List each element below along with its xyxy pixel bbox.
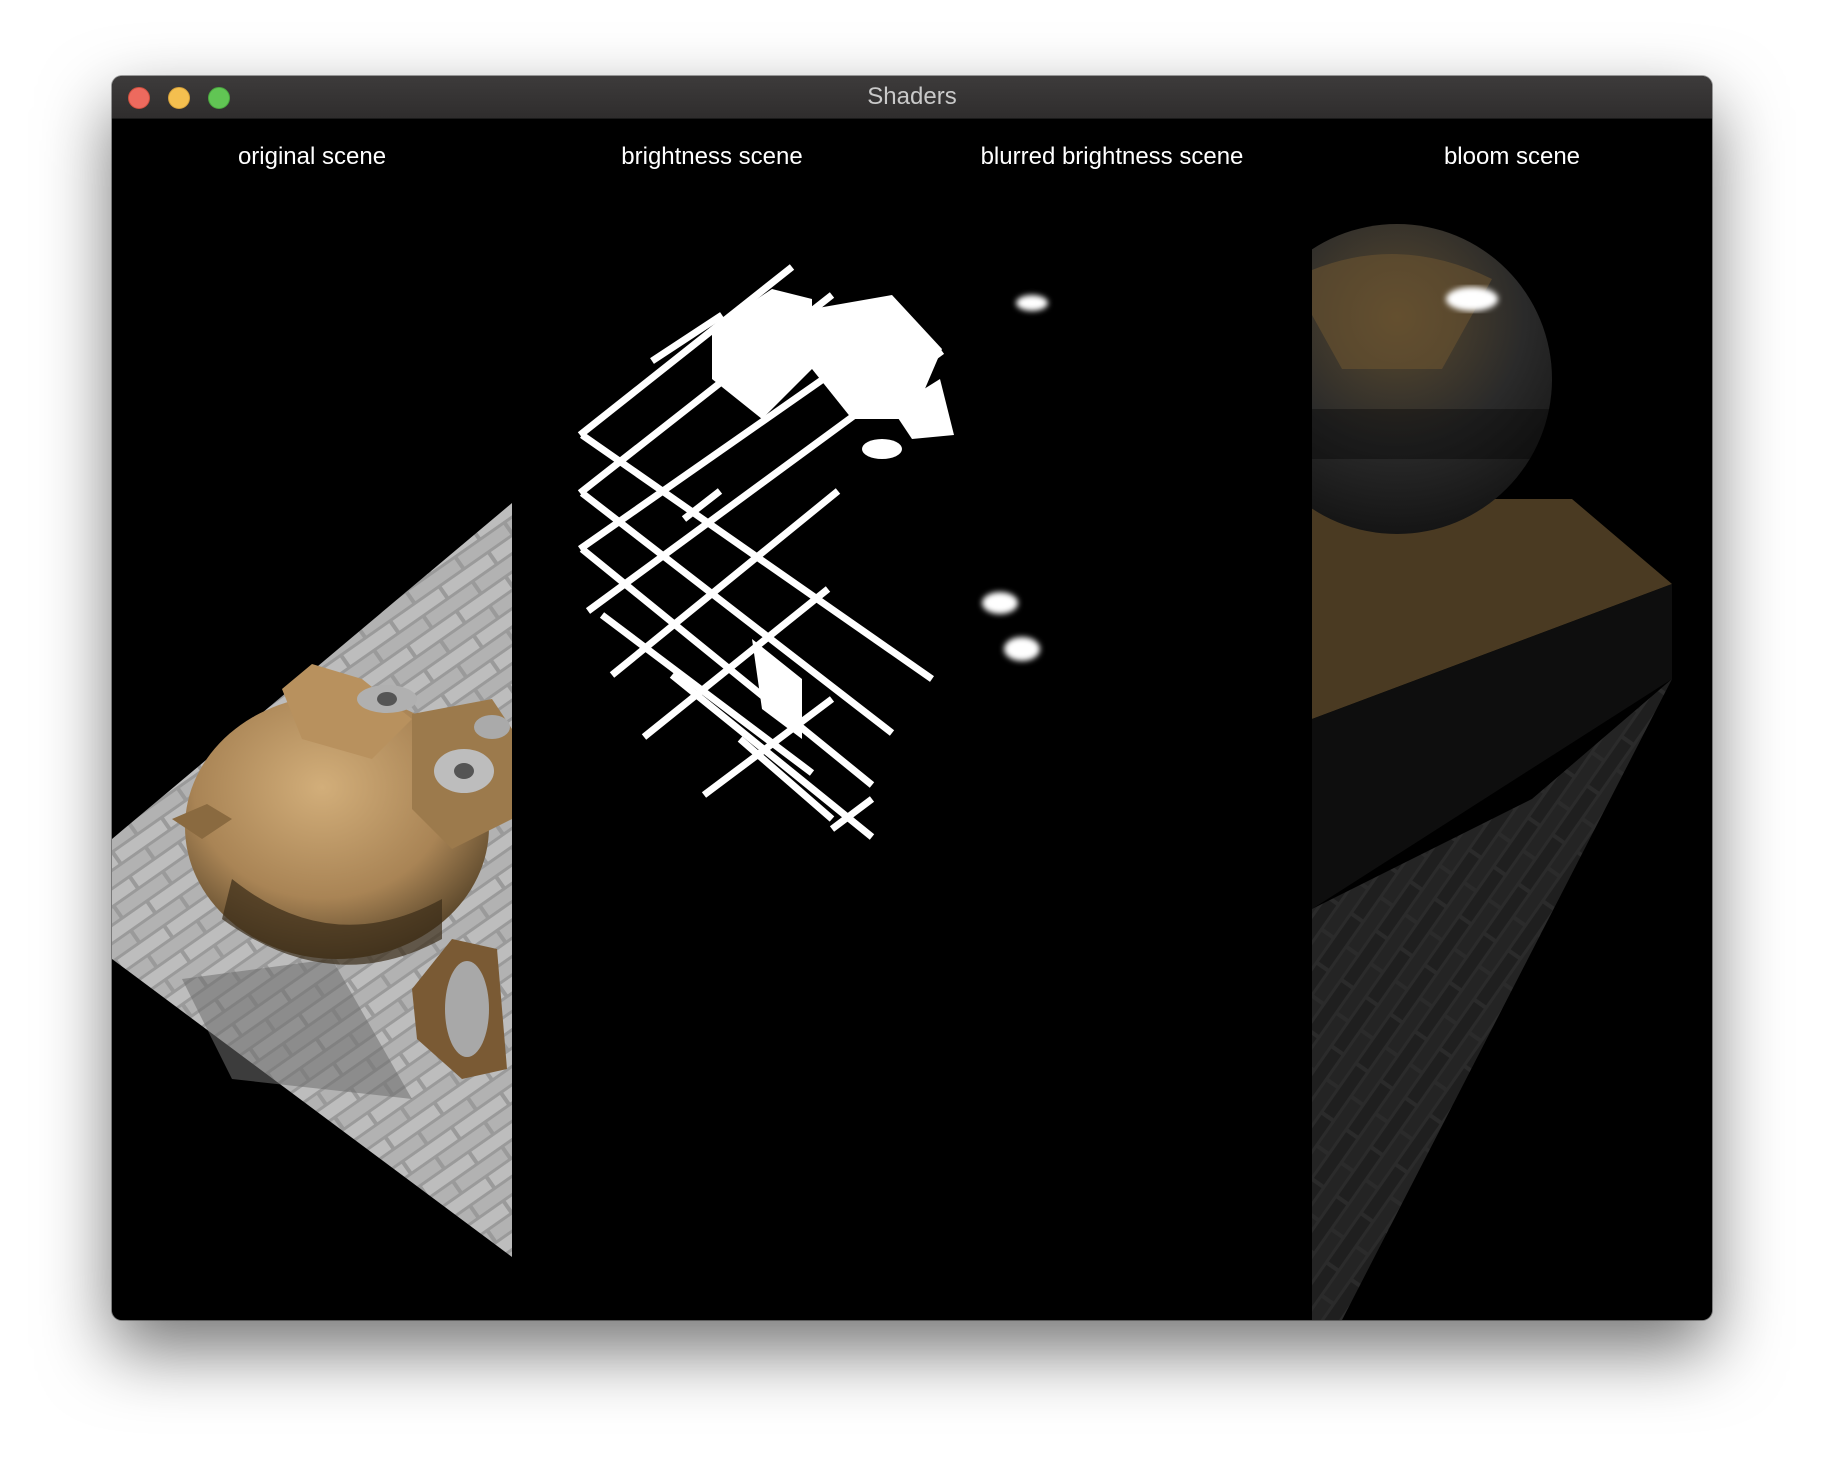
title-bar[interactable]: Shaders — [112, 76, 1712, 119]
app-window: Shaders original scene brightness scene … — [112, 76, 1712, 1320]
panel-label-original: original scene — [237, 143, 387, 170]
panel-label-bloom: bloom scene — [1443, 143, 1581, 170]
panel-label-brightness: brightness scene — [621, 143, 803, 170]
bloom-scene-render — [1312, 224, 1672, 1320]
original-scene-render — [112, 503, 512, 1257]
scene-renderings — [112, 224, 1672, 1320]
window-title: Shaders — [867, 83, 957, 110]
panel-label-blurred: blurred brightness scene — [980, 143, 1244, 170]
render-canvas: original scene brightness scene blurred … — [112, 119, 1712, 1320]
blurred-brightness-render — [982, 295, 1048, 661]
